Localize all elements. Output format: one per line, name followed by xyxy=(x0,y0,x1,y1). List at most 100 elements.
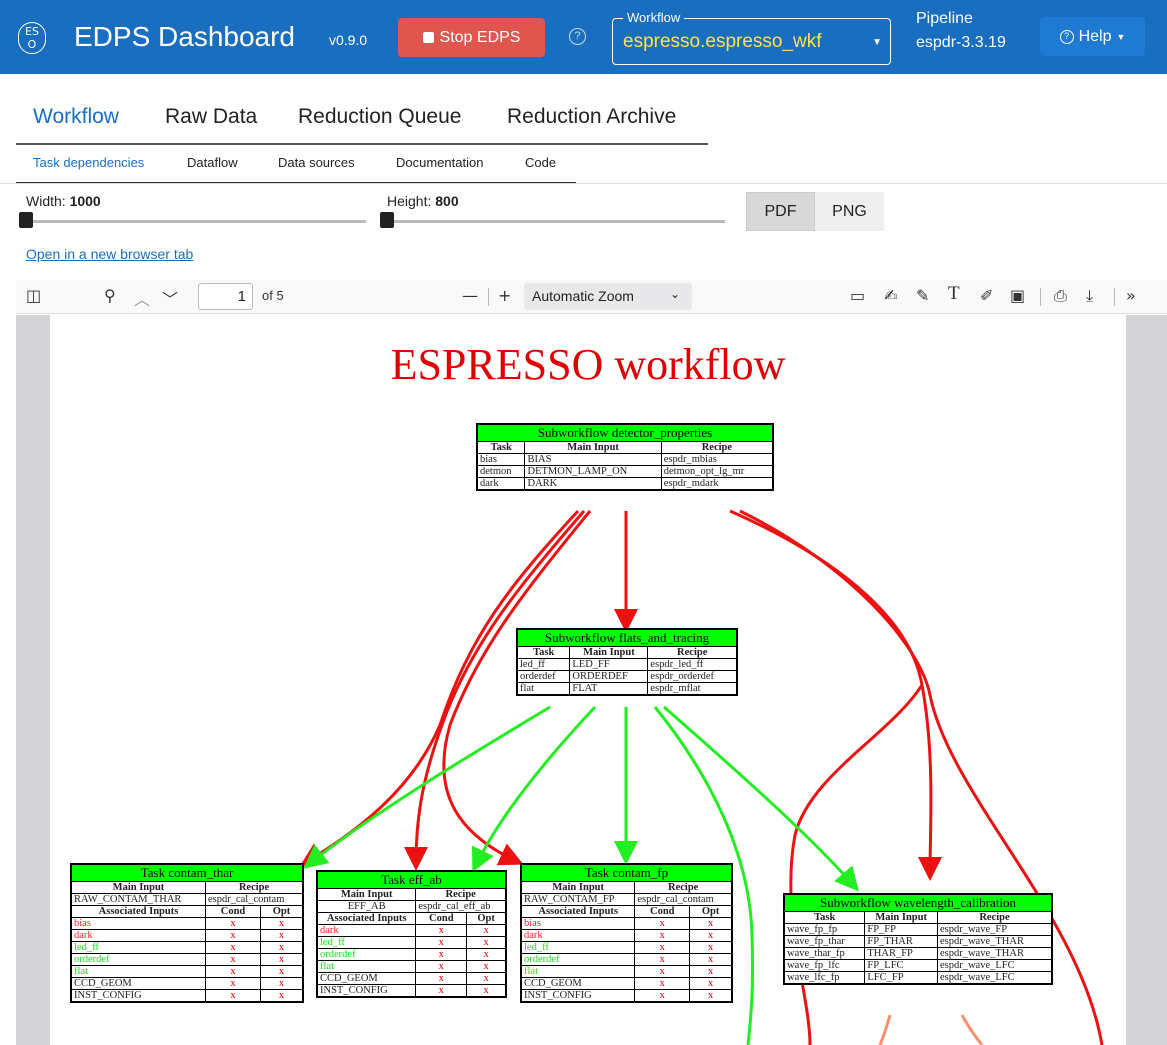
zoom-in-icon[interactable]: + xyxy=(498,286,511,305)
table-cell: DARK xyxy=(524,477,662,490)
tab-task-dependencies[interactable]: Task dependencies xyxy=(33,155,144,170)
text-tool-icon[interactable]: T xyxy=(948,283,960,305)
table-cell: wave_fp_fp xyxy=(783,923,866,936)
table-cell: x xyxy=(204,917,262,930)
table-cell: x xyxy=(689,917,732,930)
search-icon[interactable]: ⚲ xyxy=(104,286,116,305)
comment-icon[interactable]: ▭ xyxy=(850,286,865,305)
column-header: Main Input xyxy=(316,888,417,901)
column-header: Recipe xyxy=(415,888,506,901)
image-icon[interactable]: ▣ xyxy=(1010,286,1025,305)
edge-wavelength-out-2 xyxy=(960,1014,984,1045)
tab-code[interactable]: Code xyxy=(525,155,556,170)
tab-raw-data[interactable]: Raw Data xyxy=(165,105,257,129)
width-slider-thumb[interactable] xyxy=(19,212,33,228)
table-cell: orderdef xyxy=(516,670,571,683)
zoom-out-icon[interactable]: — xyxy=(462,286,478,305)
separator xyxy=(488,288,489,306)
table-cell: RAW_CONTAM_FP xyxy=(520,893,636,906)
chevron-down-icon[interactable]: ﹀ xyxy=(162,286,178,310)
table-cell: x xyxy=(634,989,691,1002)
eso-logo: ES O xyxy=(18,22,46,54)
table-cell: led_ff xyxy=(520,941,636,954)
png-button[interactable]: PNG xyxy=(815,192,884,231)
table-cell: x xyxy=(260,917,303,930)
table-cell: x xyxy=(260,965,303,978)
more-tools-icon[interactable]: » xyxy=(1126,286,1136,305)
table-cell: x xyxy=(689,953,732,966)
table-row: INST_CONFIG x x xyxy=(520,989,732,1002)
table-cell: CCD_GEOM xyxy=(520,977,636,990)
tab-reduction-archive[interactable]: Reduction Archive xyxy=(507,105,676,129)
column-header: Cond xyxy=(634,905,691,918)
open-new-tab-link[interactable]: Open in a new browser tab xyxy=(26,246,193,262)
page-number-input[interactable]: 1 xyxy=(198,283,253,310)
zoom-select-value: Automatic Zoom xyxy=(532,288,634,304)
highlight-icon[interactable]: ✎ xyxy=(916,286,929,305)
chevron-up-icon[interactable]: ︿ xyxy=(134,286,150,310)
table-cell: x xyxy=(260,953,303,966)
table-cell: INST_CONFIG xyxy=(71,989,206,1002)
table-cell: RAW_CONTAM_THAR xyxy=(71,893,206,906)
table-cell: DETMON_LAMP_ON xyxy=(524,465,662,478)
height-slider-track[interactable] xyxy=(387,220,725,223)
height-slider-thumb[interactable] xyxy=(380,212,394,228)
table-cell: x xyxy=(204,989,262,1002)
edge-red-down-left xyxy=(789,684,924,1045)
node-title: Subworkflow wavelength_calibration xyxy=(784,894,1052,912)
zoom-select[interactable]: Automatic Zoom ⌄ xyxy=(524,283,692,310)
node-flats-and-tracing: Subworkflow flats_and_tracing Task Main … xyxy=(516,628,738,696)
column-header: Task xyxy=(476,441,526,454)
table-row: orderdef x x xyxy=(316,948,506,961)
signature-icon[interactable]: ✍ xyxy=(884,286,897,305)
caret-down-icon: ▼ xyxy=(872,37,882,48)
tab-dataflow[interactable]: Dataflow xyxy=(187,155,238,170)
sidebar-toggle-icon[interactable]: ◫ xyxy=(26,286,41,305)
table-cell: wave_thar_fp xyxy=(783,947,866,960)
table-row: flat x x xyxy=(71,965,303,978)
workflow-select[interactable]: Workflow espresso.espresso_wkf ▼ xyxy=(612,10,891,65)
draw-icon[interactable]: ✐ xyxy=(980,286,993,305)
app-version: v0.9.0 xyxy=(329,32,368,48)
tab-documentation[interactable]: Documentation xyxy=(396,155,483,170)
table-cell: x xyxy=(415,936,468,949)
table-cell: led_ff xyxy=(516,658,571,671)
table-cell: espdr_wave_LFC xyxy=(936,971,1053,984)
node-detector-properties: Subworkflow detector_properties Task Mai… xyxy=(476,423,774,491)
tab-reduction-queue[interactable]: Reduction Queue xyxy=(298,105,461,129)
tab-data-sources[interactable]: Data sources xyxy=(278,155,355,170)
table-cell: x xyxy=(415,924,468,937)
table-cell: dark xyxy=(316,924,417,937)
table-row: flat FLAT espdr_mflat xyxy=(516,682,737,695)
table-row: bias x x xyxy=(71,917,303,930)
table-cell: flat xyxy=(316,960,417,973)
table-cell: x xyxy=(260,989,303,1002)
tab-workflow[interactable]: Workflow xyxy=(33,105,119,129)
table-row: CCD_GEOM x x xyxy=(520,977,732,990)
print-icon[interactable]: ⎙ xyxy=(1054,286,1067,306)
download-icon[interactable]: ⤓ xyxy=(1086,286,1093,306)
table-row: dark x x xyxy=(71,929,303,942)
stop-edps-button[interactable]: Stop EDPS xyxy=(398,18,545,57)
table-cell: x xyxy=(689,989,732,1002)
node-task-contam-fp: Task contam_fp Main Input Recipe RAW_CONT… xyxy=(520,863,733,1003)
column-header: Recipe xyxy=(936,911,1053,924)
pdf-button[interactable]: PDF xyxy=(746,192,815,231)
table-row: led_ff x x xyxy=(316,936,506,949)
table-row: orderdef x x xyxy=(520,953,732,966)
help-menu-button[interactable]: ? Help ▼ xyxy=(1040,17,1145,56)
height-label-text: Height: xyxy=(387,193,432,209)
table-cell: dark xyxy=(71,929,206,942)
edge-wavelength-out-1 xyxy=(878,1014,892,1045)
width-slider-track[interactable] xyxy=(26,220,366,223)
table-cell: espdr_mdark xyxy=(660,477,774,490)
table-row: dark x x xyxy=(316,924,506,937)
table-cell: FLAT xyxy=(569,682,649,695)
table-cell: CCD_GEOM xyxy=(316,972,417,985)
table-row: flat x x xyxy=(520,965,732,978)
question-circle-icon[interactable]: ? xyxy=(569,28,586,45)
table-cell: espdr_cal_eff_ab xyxy=(415,900,506,913)
edge-flats-eff-ab xyxy=(471,705,597,873)
node-title: Task contam_fp xyxy=(521,864,732,882)
pdf-viewer[interactable]: ESPRESSO workflow Subworkflow detector_p… xyxy=(16,315,1167,1045)
